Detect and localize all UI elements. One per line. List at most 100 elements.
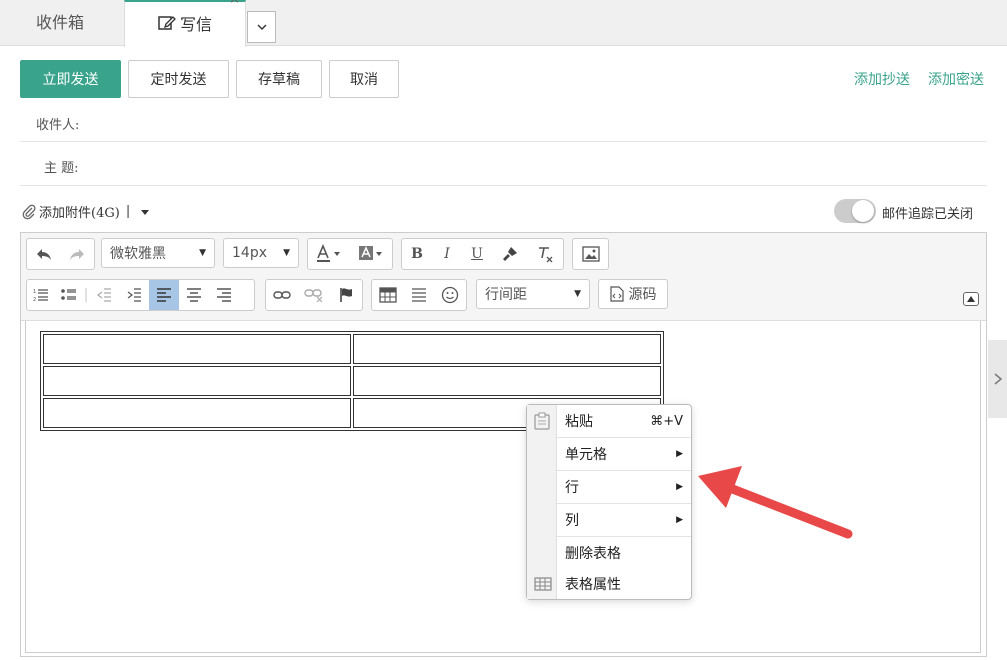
context-menu-label: 列 — [565, 513, 579, 529]
align-center-button[interactable] — [179, 280, 209, 310]
context-menu-shortcut: ⌘+V — [650, 413, 683, 429]
font-color-button[interactable] — [308, 239, 350, 269]
context-menu-item-row[interactable]: 行 ▶ — [527, 471, 691, 503]
context-menu-item-delete-table[interactable]: 删除表格 — [527, 537, 691, 569]
ordered-list-button[interactable]: 12 — [27, 280, 55, 310]
ordered-list-icon: 12 — [33, 289, 48, 302]
chevron-right-icon — [994, 373, 1002, 385]
history-group — [26, 238, 95, 270]
context-menu-item-paste[interactable]: 粘贴 ⌘+V — [527, 405, 691, 437]
flag-icon — [340, 288, 352, 302]
font-family-select[interactable]: 微软雅黑 ▼ — [101, 238, 215, 268]
bullet-list-button[interactable] — [55, 280, 83, 310]
annotation-arrow — [698, 466, 853, 539]
submenu-arrow-icon: ▶ — [676, 482, 683, 492]
align-right-button[interactable] — [209, 280, 239, 310]
font-size-value: 14px — [232, 245, 267, 261]
svg-text:2: 2 — [33, 297, 36, 302]
font-size-select[interactable]: 14px ▼ — [223, 238, 299, 268]
insert-image-button[interactable] — [573, 239, 608, 269]
table-cell[interactable] — [43, 334, 351, 364]
tab-compose[interactable]: × 写信 — [124, 0, 246, 47]
add-bcc-link[interactable]: 添加密送 — [928, 69, 984, 89]
color-group — [307, 238, 393, 270]
context-menu: 粘贴 ⌘+V 单元格 ▶ 行 ▶ 列 ▶ 删除表格 表格属性 — [526, 404, 692, 600]
anchor-button[interactable] — [330, 280, 362, 310]
source-code-button[interactable]: 源码 — [598, 279, 668, 309]
collapse-toolbar-button[interactable] — [963, 292, 979, 306]
brush-icon — [503, 247, 517, 261]
paperclip-icon — [22, 204, 36, 219]
link-icon — [273, 291, 291, 299]
side-panel-handle[interactable] — [988, 340, 1007, 418]
send-now-button[interactable]: 立即发送 — [20, 60, 121, 98]
italic-button[interactable]: I — [432, 239, 462, 269]
bullet-list-icon — [61, 289, 76, 300]
caret-down-icon[interactable] — [139, 208, 151, 216]
redo-button[interactable] — [61, 239, 95, 269]
attachment-separator: | — [125, 204, 131, 219]
redo-icon — [70, 249, 85, 260]
insert-link-button[interactable] — [266, 280, 298, 310]
clear-format-icon — [539, 247, 553, 263]
tracking-toggle[interactable] — [834, 199, 876, 223]
bold-button[interactable]: B — [402, 239, 432, 269]
tab-compose-label: 写信 — [179, 15, 212, 34]
unlink-button[interactable] — [298, 280, 330, 310]
line-height-label: 行间距 — [485, 287, 527, 303]
chevron-down-icon — [257, 24, 266, 30]
align-right-icon — [217, 288, 231, 302]
clipboard-icon — [534, 412, 550, 430]
table-cell[interactable] — [353, 334, 661, 364]
underline-button[interactable]: U — [462, 239, 492, 269]
horizontal-rule-icon — [411, 288, 426, 302]
outdent-button[interactable] — [89, 280, 119, 310]
recipient-label: 收件人: — [36, 118, 80, 133]
table-icon — [534, 577, 552, 591]
context-menu-label: 粘贴 — [565, 414, 593, 430]
clear-format-button[interactable] — [528, 239, 562, 269]
context-menu-label: 删除表格 — [565, 546, 621, 562]
horizontal-rule-button[interactable] — [403, 280, 434, 310]
caret-down-icon: ▼ — [199, 248, 206, 258]
indent-icon — [127, 288, 141, 302]
context-menu-item-cell[interactable]: 单元格 ▶ — [527, 438, 691, 470]
submenu-arrow-icon: ▶ — [676, 449, 683, 459]
tab-dropdown-button[interactable] — [247, 11, 276, 43]
toggle-knob — [852, 200, 874, 222]
tab-close-icon[interactable]: × — [229, 0, 240, 10]
emoji-button[interactable] — [435, 280, 466, 310]
indent-button[interactable] — [119, 280, 149, 310]
align-left-button[interactable] — [149, 280, 179, 310]
table-cell[interactable] — [43, 398, 351, 428]
format-painter-button[interactable] — [492, 239, 528, 269]
source-code-label: 源码 — [628, 287, 657, 303]
outdent-icon — [97, 288, 111, 302]
editor-toolbar: 微软雅黑 ▼ 14px ▼ B I U 1 2 | 行间距 ▼ 源码 — [21, 233, 986, 321]
undo-button[interactable] — [27, 239, 61, 269]
scheduled-send-button[interactable]: 定时发送 — [128, 60, 229, 98]
attachment-label: 添加附件(4G) — [39, 206, 120, 221]
cancel-button[interactable]: 取消 — [329, 60, 399, 98]
line-height-select[interactable]: 行间距 ▼ — [476, 279, 590, 309]
divider — [20, 185, 987, 186]
tab-inbox[interactable]: 收件箱 — [0, 0, 120, 46]
font-color-icon — [317, 244, 340, 262]
context-menu-item-table-properties[interactable]: 表格属性 — [527, 568, 691, 600]
add-cc-link[interactable]: 添加抄送 — [854, 69, 910, 89]
caret-down-icon: ▼ — [574, 289, 581, 299]
table-cell[interactable] — [43, 366, 351, 396]
save-draft-button[interactable]: 存草稿 — [236, 60, 322, 98]
table-cell[interactable] — [353, 366, 661, 396]
align-left-icon — [157, 288, 171, 302]
triangle-up-icon — [967, 296, 975, 302]
table-row — [43, 366, 661, 396]
insert-table-button[interactable] — [372, 280, 403, 310]
table-icon — [379, 287, 397, 303]
highlight-color-button[interactable] — [350, 239, 392, 269]
undo-icon — [36, 249, 51, 260]
table-row — [43, 334, 661, 364]
context-menu-item-column[interactable]: 列 ▶ — [527, 504, 691, 536]
paragraph-group: 12 | — [26, 279, 255, 311]
add-attachment-button[interactable]: 添加附件(4G) | — [22, 202, 151, 221]
